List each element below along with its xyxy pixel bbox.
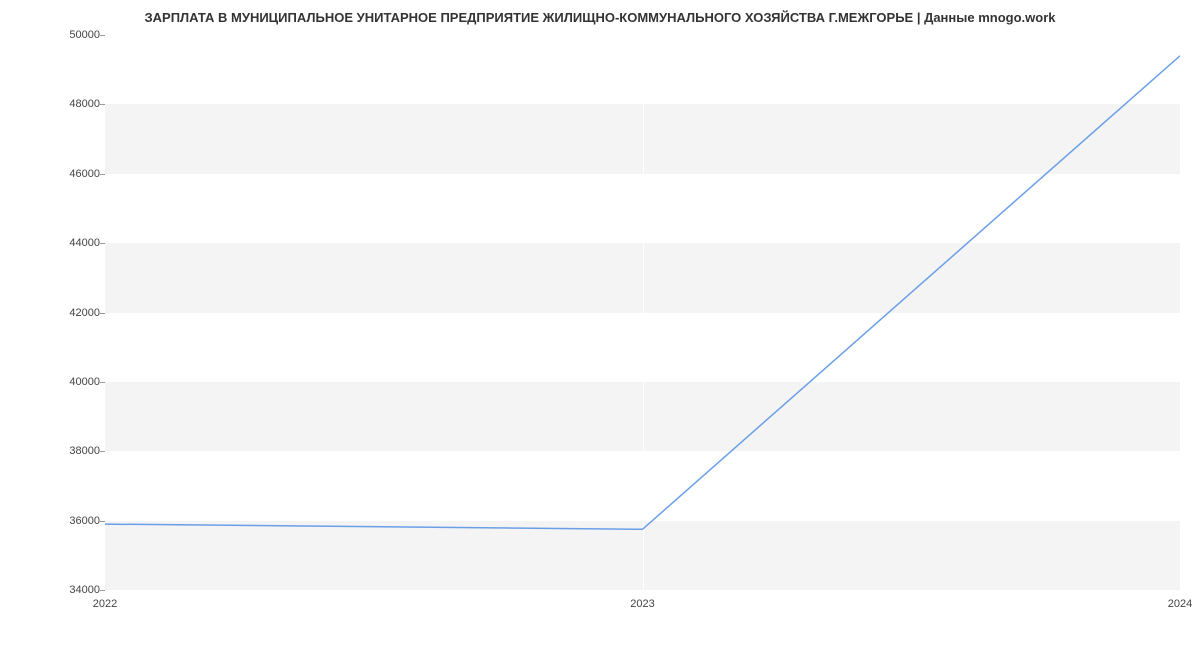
x-tick-label: 2024 — [1168, 598, 1192, 610]
plot-area — [105, 35, 1180, 590]
x-tick-label: 2022 — [93, 598, 117, 610]
x-tick-label: 2023 — [630, 598, 654, 610]
y-tick-label: 48000 — [69, 98, 100, 110]
y-tick-label: 44000 — [69, 237, 100, 249]
y-tick-label: 34000 — [69, 584, 100, 596]
y-tick-label: 36000 — [69, 515, 100, 527]
line-layer — [105, 35, 1180, 590]
y-tick-label: 40000 — [69, 376, 100, 388]
chart-title: ЗАРПЛАТА В МУНИЦИПАЛЬНОЕ УНИТАРНОЕ ПРЕДП… — [0, 10, 1200, 25]
salary-chart: ЗАРПЛАТА В МУНИЦИПАЛЬНОЕ УНИТАРНОЕ ПРЕДП… — [0, 0, 1200, 650]
data-line — [105, 56, 1180, 529]
y-tick-label: 50000 — [69, 29, 100, 41]
y-tick-label: 46000 — [69, 168, 100, 180]
y-tick-label: 42000 — [69, 307, 100, 319]
y-tick-label: 38000 — [69, 445, 100, 457]
